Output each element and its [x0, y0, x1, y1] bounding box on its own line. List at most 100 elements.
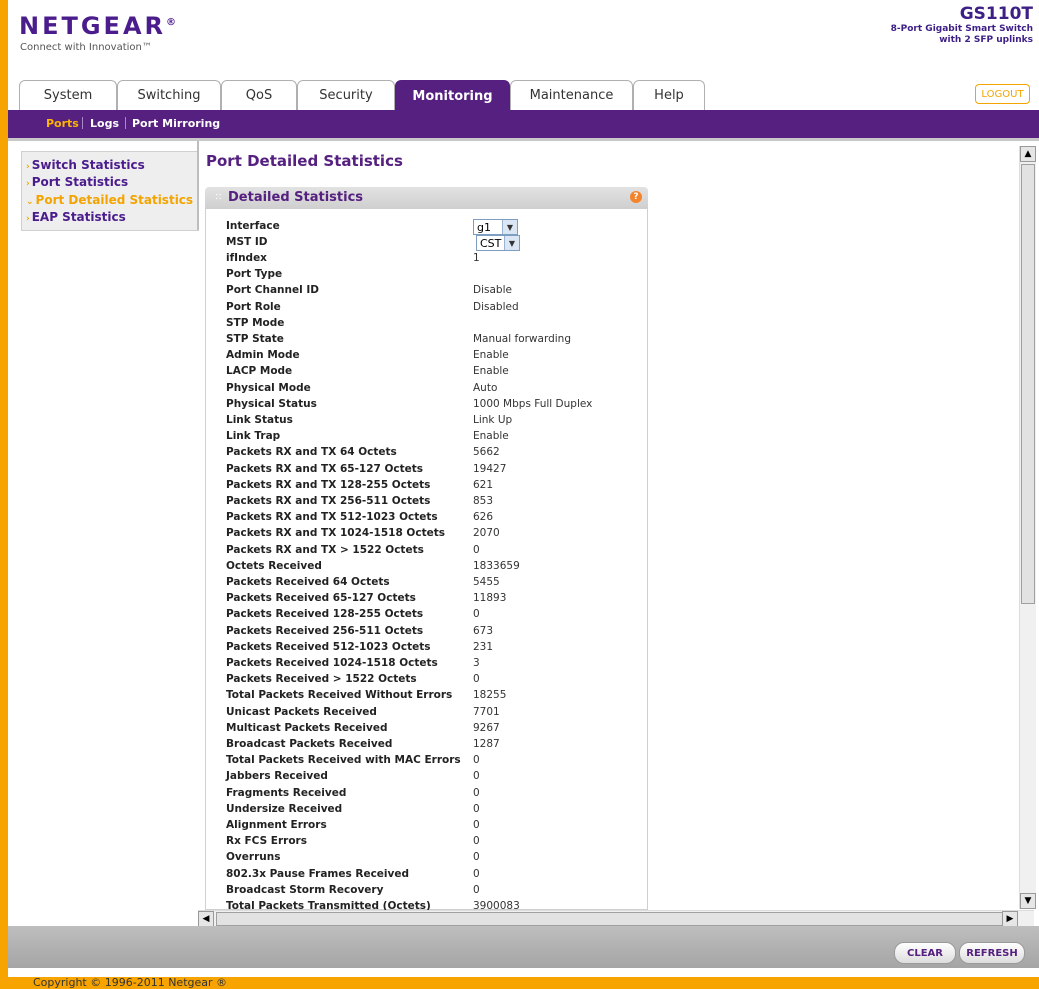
scroll-right-icon[interactable]: ▶ — [1002, 911, 1018, 927]
stat-row: Fragments Received 0 — [226, 787, 646, 803]
stat-row: Total Packets Received with MAC Errors 0 — [226, 754, 646, 770]
refresh-button[interactable]: REFRESH — [959, 942, 1025, 964]
dropdown-arrow-icon: ▼ — [502, 220, 517, 234]
stat-label: STP Mode — [226, 316, 285, 329]
stat-label: Port Role — [226, 300, 281, 313]
stat-row: Link Status Link Up — [226, 414, 646, 430]
model-desc-1: 8-Port Gigabit Smart Switch — [890, 24, 1033, 34]
stat-label: Unicast Packets Received — [226, 705, 377, 718]
stat-label: Packets RX and TX 65-127 Octets — [226, 462, 424, 475]
stat-label: Packets RX and TX 128-255 Octets — [226, 478, 431, 491]
mst-row: MST ID CST ▼ — [226, 235, 646, 252]
page-title: Port Detailed Statistics — [206, 152, 403, 170]
interface-value: g1 — [477, 220, 491, 234]
stat-value: 673 — [473, 624, 494, 637]
mst-select[interactable]: CST ▼ — [476, 235, 520, 251]
horizontal-scrollbar[interactable]: ◀ ▶ — [198, 910, 1034, 927]
drag-handle-icon: :: — [215, 191, 222, 202]
stat-row: Port Type — [226, 268, 646, 284]
stat-label: STP State — [226, 333, 284, 345]
stat-value: Disabled — [473, 300, 519, 313]
netgear-logo[interactable]: NETGEAR® — [19, 12, 176, 40]
stat-row: Packets RX and TX > 1522 Octets 0 — [226, 544, 646, 560]
stat-label: Packets RX and TX 1024-1518 Octets — [226, 527, 445, 540]
stat-label: Jabbers Received — [226, 770, 328, 783]
mst-value: CST — [480, 236, 502, 250]
clear-button[interactable]: CLEAR — [894, 942, 956, 964]
stat-value: 9267 — [473, 721, 500, 734]
tab-system[interactable]: System — [19, 80, 117, 110]
stat-row: Packets Received 128-255 Octets 0 — [226, 608, 646, 624]
stat-row: Packets RX and TX 1024-1518 Octets 2070 — [226, 527, 646, 543]
stat-value: 18255 — [473, 689, 507, 702]
stat-value: 231 — [473, 640, 494, 653]
stat-row: Packets Received 64 Octets 5455 — [226, 576, 646, 592]
leftnav-label: EAP Statistics — [31, 210, 126, 224]
vertical-scrollbar[interactable]: ▲ ▼ — [1019, 146, 1036, 909]
scroll-up-icon[interactable]: ▲ — [1020, 146, 1036, 162]
subnav-logs[interactable]: Logs — [90, 117, 119, 130]
tab-qos[interactable]: QoS — [221, 80, 297, 110]
stat-label: Link Trap — [226, 430, 281, 443]
interface-select[interactable]: g1 ▼ — [473, 219, 518, 235]
brand-text: NETGEAR — [19, 12, 166, 40]
model-desc-2: with 2 SFP uplinks — [939, 35, 1033, 45]
stat-label: Packets Received 256-511 Octets — [226, 624, 424, 637]
stat-label: Undersize Received — [226, 802, 343, 815]
stat-row: STP Mode — [226, 317, 646, 333]
stat-label: Link Status — [226, 414, 293, 426]
stat-label: Broadcast Packets Received — [226, 738, 393, 750]
model-name: GS110T — [959, 4, 1033, 24]
subnav-separator — [125, 117, 126, 129]
stat-value: 11893 — [473, 592, 507, 605]
stat-label: Octets Received — [226, 559, 322, 572]
stat-row: Octets Received 1833659 — [226, 560, 646, 576]
subnav-port-mirroring[interactable]: Port Mirroring — [132, 117, 220, 130]
scroll-down-icon[interactable]: ▼ — [1020, 893, 1036, 909]
help-icon[interactable]: ? — [630, 191, 642, 203]
stat-value: 0 — [473, 835, 480, 848]
scroll-thumb[interactable] — [216, 912, 1006, 926]
model-info: GS110T 8-Port Gigabit Smart Switch with … — [891, 4, 1033, 46]
leftnav-item-port-statistics[interactable]: › Port Statistics — [26, 175, 128, 189]
stat-label: Port Type — [226, 268, 283, 281]
leftnav-item-eap-statistics[interactable]: › EAP Statistics — [26, 210, 126, 224]
stat-value: Link Up — [473, 414, 513, 426]
stat-row: Unicast Packets Received 7701 — [226, 706, 646, 722]
subnav-divider — [8, 138, 1039, 141]
scroll-left-icon[interactable]: ◀ — [198, 911, 214, 927]
stat-value: 0 — [473, 608, 480, 621]
stat-row: Packets Received 1024-1518 Octets 3 — [226, 657, 646, 673]
leftnav-label: Port Statistics — [31, 175, 129, 189]
stat-value: 0 — [473, 543, 480, 556]
panel-title: Detailed Statistics — [228, 190, 364, 205]
stat-value: 0 — [473, 883, 480, 896]
panel-header: :: Detailed Statistics ? — [205, 187, 648, 209]
chevron-right-icon: › — [26, 179, 30, 189]
leftnav-item-port-detailed-statistics[interactable]: ⌄ Port Detailed Statistics — [26, 193, 193, 207]
chevron-right-icon: › — [26, 162, 30, 172]
stat-row: Packets Received 65-127 Octets 11893 — [226, 592, 646, 608]
stat-label: Total Packets Received with MAC Errors — [226, 754, 461, 767]
stat-label: Port Channel ID — [226, 284, 319, 297]
stat-label: Packets RX and TX 256-511 Octets — [226, 495, 431, 507]
tab-monitoring[interactable]: Monitoring — [395, 80, 510, 112]
logout-button[interactable]: LOGOUT — [975, 84, 1030, 104]
tab-security[interactable]: Security — [297, 80, 395, 110]
stat-value: 0 — [473, 867, 480, 880]
stat-label: 802.3x Pause Frames Received — [226, 867, 410, 880]
stat-value: Disable — [473, 284, 512, 297]
stat-row: STP State Manual forwarding — [226, 333, 646, 349]
leftnav-item-switch-statistics[interactable]: › Switch Statistics — [26, 158, 145, 172]
stat-label: Total Packets Received Without Errors — [226, 689, 453, 702]
stat-label: Packets RX and TX > 1522 Octets — [226, 543, 424, 556]
scroll-thumb[interactable] — [1021, 164, 1035, 604]
stat-label: Overruns — [226, 851, 281, 864]
tab-switching[interactable]: Switching — [117, 80, 221, 110]
stat-label: ifIndex — [226, 252, 267, 264]
left-navigation: › Switch Statistics › Port Statistics ⌄ Por… — [21, 151, 199, 231]
stat-value: 7701 — [473, 705, 500, 718]
tab-help[interactable]: Help — [633, 80, 705, 110]
tab-maintenance[interactable]: Maintenance — [510, 80, 633, 110]
subnav-ports[interactable]: Ports — [46, 117, 79, 130]
